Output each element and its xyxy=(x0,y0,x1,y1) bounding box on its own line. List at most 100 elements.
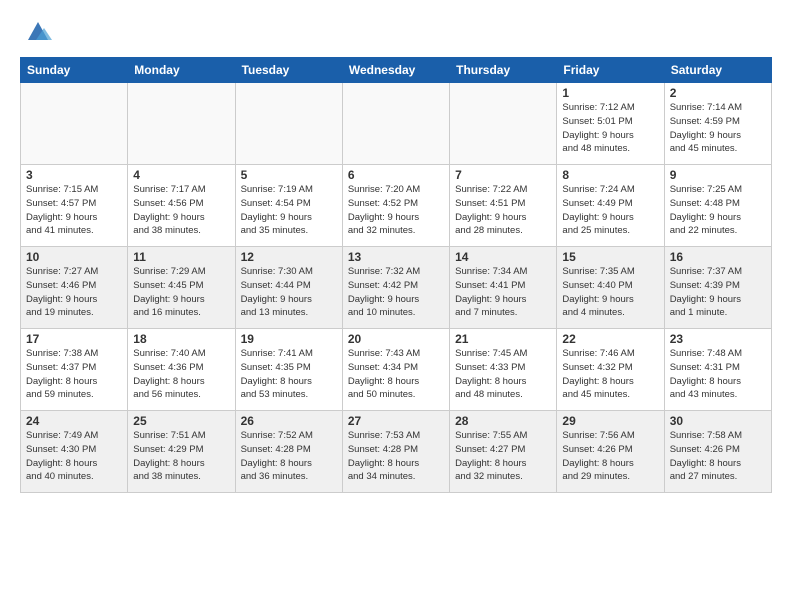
day-number: 15 xyxy=(562,250,658,264)
day-info: Sunrise: 7:38 AM Sunset: 4:37 PM Dayligh… xyxy=(26,347,122,402)
day-info: Sunrise: 7:56 AM Sunset: 4:26 PM Dayligh… xyxy=(562,429,658,484)
col-header-thursday: Thursday xyxy=(450,58,557,83)
day-cell: 26Sunrise: 7:52 AM Sunset: 4:28 PM Dayli… xyxy=(235,411,342,493)
day-number: 16 xyxy=(670,250,766,264)
day-cell: 17Sunrise: 7:38 AM Sunset: 4:37 PM Dayli… xyxy=(21,329,128,411)
day-info: Sunrise: 7:12 AM Sunset: 5:01 PM Dayligh… xyxy=(562,101,658,156)
day-cell xyxy=(235,83,342,165)
logo xyxy=(20,18,52,49)
col-header-saturday: Saturday xyxy=(664,58,771,83)
week-row-4: 17Sunrise: 7:38 AM Sunset: 4:37 PM Dayli… xyxy=(21,329,772,411)
day-number: 14 xyxy=(455,250,551,264)
col-header-friday: Friday xyxy=(557,58,664,83)
day-info: Sunrise: 7:37 AM Sunset: 4:39 PM Dayligh… xyxy=(670,265,766,320)
day-cell: 18Sunrise: 7:40 AM Sunset: 4:36 PM Dayli… xyxy=(128,329,235,411)
day-info: Sunrise: 7:19 AM Sunset: 4:54 PM Dayligh… xyxy=(241,183,337,238)
day-cell xyxy=(342,83,449,165)
day-cell: 5Sunrise: 7:19 AM Sunset: 4:54 PM Daylig… xyxy=(235,165,342,247)
day-cell: 10Sunrise: 7:27 AM Sunset: 4:46 PM Dayli… xyxy=(21,247,128,329)
day-cell: 21Sunrise: 7:45 AM Sunset: 4:33 PM Dayli… xyxy=(450,329,557,411)
day-number: 29 xyxy=(562,414,658,428)
day-info: Sunrise: 7:48 AM Sunset: 4:31 PM Dayligh… xyxy=(670,347,766,402)
day-number: 10 xyxy=(26,250,122,264)
day-cell: 13Sunrise: 7:32 AM Sunset: 4:42 PM Dayli… xyxy=(342,247,449,329)
col-header-tuesday: Tuesday xyxy=(235,58,342,83)
day-cell: 22Sunrise: 7:46 AM Sunset: 4:32 PM Dayli… xyxy=(557,329,664,411)
day-number: 9 xyxy=(670,168,766,182)
day-cell: 3Sunrise: 7:15 AM Sunset: 4:57 PM Daylig… xyxy=(21,165,128,247)
day-number: 30 xyxy=(670,414,766,428)
week-row-2: 3Sunrise: 7:15 AM Sunset: 4:57 PM Daylig… xyxy=(21,165,772,247)
day-info: Sunrise: 7:15 AM Sunset: 4:57 PM Dayligh… xyxy=(26,183,122,238)
col-header-monday: Monday xyxy=(128,58,235,83)
day-info: Sunrise: 7:41 AM Sunset: 4:35 PM Dayligh… xyxy=(241,347,337,402)
day-cell: 11Sunrise: 7:29 AM Sunset: 4:45 PM Dayli… xyxy=(128,247,235,329)
day-cell: 30Sunrise: 7:58 AM Sunset: 4:26 PM Dayli… xyxy=(664,411,771,493)
day-number: 3 xyxy=(26,168,122,182)
day-info: Sunrise: 7:20 AM Sunset: 4:52 PM Dayligh… xyxy=(348,183,444,238)
day-cell xyxy=(21,83,128,165)
day-info: Sunrise: 7:29 AM Sunset: 4:45 PM Dayligh… xyxy=(133,265,229,320)
day-number: 13 xyxy=(348,250,444,264)
day-info: Sunrise: 7:52 AM Sunset: 4:28 PM Dayligh… xyxy=(241,429,337,484)
day-number: 17 xyxy=(26,332,122,346)
day-cell: 9Sunrise: 7:25 AM Sunset: 4:48 PM Daylig… xyxy=(664,165,771,247)
week-row-1: 1Sunrise: 7:12 AM Sunset: 5:01 PM Daylig… xyxy=(21,83,772,165)
day-info: Sunrise: 7:46 AM Sunset: 4:32 PM Dayligh… xyxy=(562,347,658,402)
day-info: Sunrise: 7:55 AM Sunset: 4:27 PM Dayligh… xyxy=(455,429,551,484)
week-row-3: 10Sunrise: 7:27 AM Sunset: 4:46 PM Dayli… xyxy=(21,247,772,329)
day-info: Sunrise: 7:22 AM Sunset: 4:51 PM Dayligh… xyxy=(455,183,551,238)
day-cell: 12Sunrise: 7:30 AM Sunset: 4:44 PM Dayli… xyxy=(235,247,342,329)
day-info: Sunrise: 7:34 AM Sunset: 4:41 PM Dayligh… xyxy=(455,265,551,320)
day-number: 25 xyxy=(133,414,229,428)
day-cell: 2Sunrise: 7:14 AM Sunset: 4:59 PM Daylig… xyxy=(664,83,771,165)
day-cell: 1Sunrise: 7:12 AM Sunset: 5:01 PM Daylig… xyxy=(557,83,664,165)
day-info: Sunrise: 7:24 AM Sunset: 4:49 PM Dayligh… xyxy=(562,183,658,238)
day-info: Sunrise: 7:17 AM Sunset: 4:56 PM Dayligh… xyxy=(133,183,229,238)
day-info: Sunrise: 7:43 AM Sunset: 4:34 PM Dayligh… xyxy=(348,347,444,402)
day-cell: 24Sunrise: 7:49 AM Sunset: 4:30 PM Dayli… xyxy=(21,411,128,493)
day-number: 19 xyxy=(241,332,337,346)
day-info: Sunrise: 7:40 AM Sunset: 4:36 PM Dayligh… xyxy=(133,347,229,402)
day-number: 27 xyxy=(348,414,444,428)
day-info: Sunrise: 7:14 AM Sunset: 4:59 PM Dayligh… xyxy=(670,101,766,156)
day-cell: 19Sunrise: 7:41 AM Sunset: 4:35 PM Dayli… xyxy=(235,329,342,411)
day-number: 11 xyxy=(133,250,229,264)
day-cell: 15Sunrise: 7:35 AM Sunset: 4:40 PM Dayli… xyxy=(557,247,664,329)
day-number: 22 xyxy=(562,332,658,346)
day-cell: 4Sunrise: 7:17 AM Sunset: 4:56 PM Daylig… xyxy=(128,165,235,247)
day-cell: 25Sunrise: 7:51 AM Sunset: 4:29 PM Dayli… xyxy=(128,411,235,493)
day-cell: 7Sunrise: 7:22 AM Sunset: 4:51 PM Daylig… xyxy=(450,165,557,247)
day-number: 24 xyxy=(26,414,122,428)
day-info: Sunrise: 7:32 AM Sunset: 4:42 PM Dayligh… xyxy=(348,265,444,320)
day-cell: 16Sunrise: 7:37 AM Sunset: 4:39 PM Dayli… xyxy=(664,247,771,329)
day-number: 21 xyxy=(455,332,551,346)
day-info: Sunrise: 7:58 AM Sunset: 4:26 PM Dayligh… xyxy=(670,429,766,484)
calendar: SundayMondayTuesdayWednesdayThursdayFrid… xyxy=(20,57,772,493)
day-number: 26 xyxy=(241,414,337,428)
day-cell: 14Sunrise: 7:34 AM Sunset: 4:41 PM Dayli… xyxy=(450,247,557,329)
day-info: Sunrise: 7:51 AM Sunset: 4:29 PM Dayligh… xyxy=(133,429,229,484)
day-cell: 8Sunrise: 7:24 AM Sunset: 4:49 PM Daylig… xyxy=(557,165,664,247)
day-cell: 20Sunrise: 7:43 AM Sunset: 4:34 PM Dayli… xyxy=(342,329,449,411)
day-info: Sunrise: 7:35 AM Sunset: 4:40 PM Dayligh… xyxy=(562,265,658,320)
header xyxy=(0,0,792,57)
day-number: 2 xyxy=(670,86,766,100)
day-number: 28 xyxy=(455,414,551,428)
day-number: 23 xyxy=(670,332,766,346)
day-number: 7 xyxy=(455,168,551,182)
day-cell: 27Sunrise: 7:53 AM Sunset: 4:28 PM Dayli… xyxy=(342,411,449,493)
day-info: Sunrise: 7:49 AM Sunset: 4:30 PM Dayligh… xyxy=(26,429,122,484)
col-header-wednesday: Wednesday xyxy=(342,58,449,83)
day-info: Sunrise: 7:27 AM Sunset: 4:46 PM Dayligh… xyxy=(26,265,122,320)
day-number: 18 xyxy=(133,332,229,346)
day-number: 6 xyxy=(348,168,444,182)
day-cell: 29Sunrise: 7:56 AM Sunset: 4:26 PM Dayli… xyxy=(557,411,664,493)
day-cell: 23Sunrise: 7:48 AM Sunset: 4:31 PM Dayli… xyxy=(664,329,771,411)
day-info: Sunrise: 7:30 AM Sunset: 4:44 PM Dayligh… xyxy=(241,265,337,320)
day-cell: 6Sunrise: 7:20 AM Sunset: 4:52 PM Daylig… xyxy=(342,165,449,247)
day-number: 1 xyxy=(562,86,658,100)
day-number: 20 xyxy=(348,332,444,346)
day-number: 5 xyxy=(241,168,337,182)
week-row-5: 24Sunrise: 7:49 AM Sunset: 4:30 PM Dayli… xyxy=(21,411,772,493)
